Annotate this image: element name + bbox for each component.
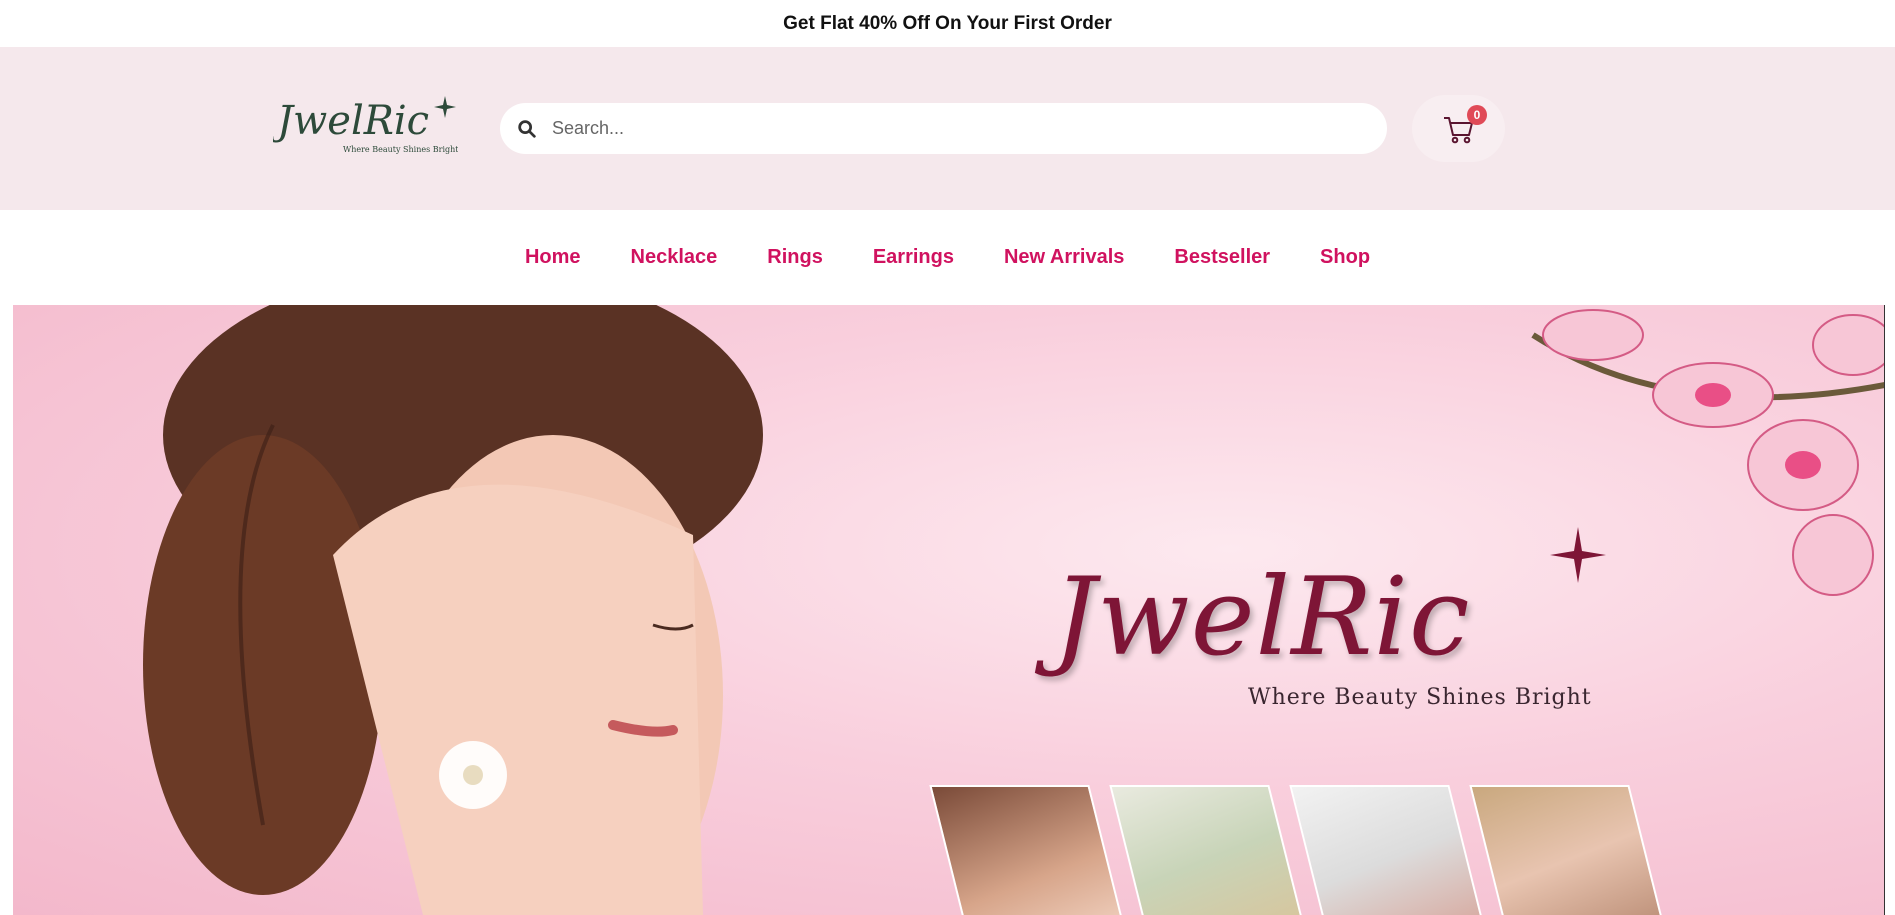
cart-button[interactable]: 0 [1412,95,1505,162]
announcement-bar: Get Flat 40% Off On Your First Order [0,0,1895,47]
necklace-photo[interactable] [929,785,1127,915]
earrings-photo[interactable] [1469,785,1667,915]
logo-wordmark: JwelRic [273,98,429,144]
hero-brand-wordmark: JwelRic [1053,555,1471,680]
search-icon[interactable] [516,118,538,140]
main-nav: Home Necklace Rings Earrings New Arrival… [0,210,1895,305]
search-bar [500,103,1387,154]
logo-star-icon [434,96,456,118]
logo-image: JwelRic Where Beauty Shines Bright [273,96,458,154]
nav-item-new-arrivals[interactable]: New Arrivals [1004,246,1124,269]
hero-brand-logo: JwelRic Where Beauty Shines Bright [1023,525,1623,725]
nav-item-shop[interactable]: Shop [1320,246,1370,269]
rings-photo[interactable] [1109,785,1307,915]
hero-banner[interactable]: JwelRic Where Beauty Shines Bright [13,305,1885,915]
nav-item-rings[interactable]: Rings [767,246,823,269]
product-tiles [929,785,1688,915]
model-portrait-image [143,305,763,915]
nav-item-earrings[interactable]: Earrings [873,246,954,269]
nav-item-necklace[interactable]: Necklace [631,246,718,269]
cart-count-badge: 0 [1467,105,1487,125]
hero-brand-tagline: Where Beauty Shines Bright [1248,685,1592,710]
site-header: JwelRic Where Beauty Shines Bright 0 [0,47,1895,210]
nav-item-bestseller[interactable]: Bestseller [1174,246,1270,269]
hero-edge-line [1884,305,1885,915]
bracelet-photo[interactable] [1289,785,1487,915]
sparkle-star-icon [1550,527,1606,583]
announcement-text: Get Flat 40% Off On Your First Order [783,12,1112,34]
search-input[interactable] [550,117,1374,140]
nav-item-home[interactable]: Home [525,246,581,269]
site-logo[interactable]: JwelRic Where Beauty Shines Bright [273,92,458,162]
logo-tagline: Where Beauty Shines Bright [343,145,458,154]
flower-earring-icon [439,741,507,809]
